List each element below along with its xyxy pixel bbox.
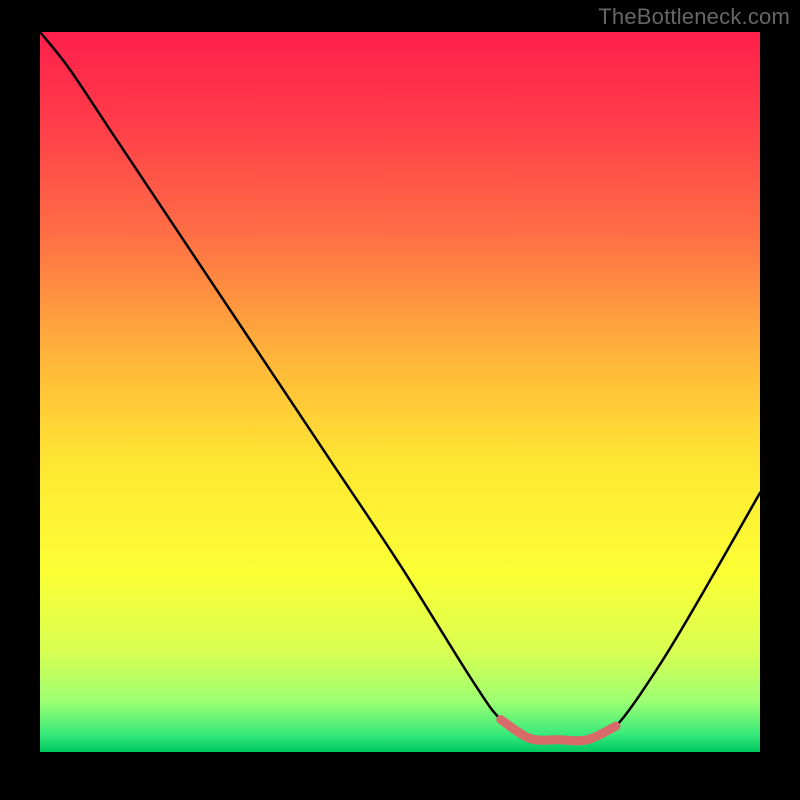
heat-background bbox=[40, 32, 760, 752]
chart-svg bbox=[40, 32, 760, 752]
chart-frame: TheBottleneck.com bbox=[0, 0, 800, 800]
chart-plot bbox=[40, 32, 760, 752]
watermark-text: TheBottleneck.com bbox=[598, 4, 790, 30]
